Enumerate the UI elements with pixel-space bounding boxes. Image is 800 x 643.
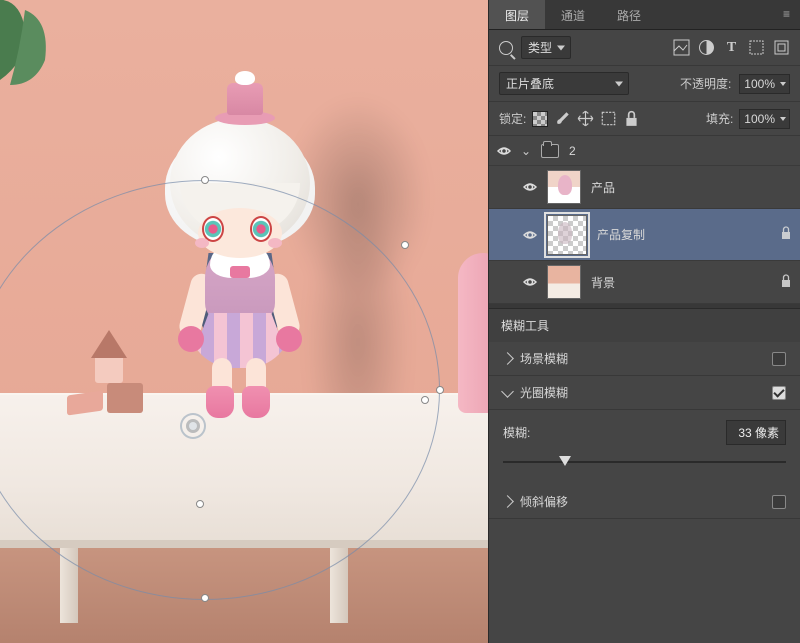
chevron-down-icon[interactable]: ⌄	[521, 144, 531, 158]
table-leg	[330, 538, 348, 623]
lock-position-icon[interactable]	[577, 110, 594, 127]
blur-handle[interactable]	[196, 500, 204, 508]
blur-center-pin[interactable]	[180, 413, 206, 439]
field-blur-accordion[interactable]: 场景模糊	[489, 342, 800, 376]
search-icon	[499, 41, 513, 55]
folder-icon	[541, 144, 559, 158]
slider-knob[interactable]	[559, 456, 571, 466]
field-blur-label: 场景模糊	[520, 350, 568, 367]
filter-type-select[interactable]: 类型	[521, 36, 571, 59]
filter-type-icon[interactable]: T	[723, 39, 740, 56]
layer-item-selected[interactable]: 产品复制	[489, 209, 800, 261]
layer-name[interactable]: 2	[569, 144, 576, 158]
filter-adjustment-icon[interactable]	[698, 39, 715, 56]
lock-icon[interactable]	[780, 226, 792, 243]
filter-pixel-icon[interactable]	[673, 39, 690, 56]
blur-amount-value[interactable]: 33 像素	[726, 420, 786, 445]
layer-thumbnail	[547, 170, 581, 204]
blur-handle[interactable]	[421, 396, 429, 404]
layer-item[interactable]: 背景	[489, 261, 800, 304]
blur-handle[interactable]	[201, 594, 209, 602]
plant-leaf	[0, 0, 60, 110]
tilt-shift-checkbox[interactable]	[772, 495, 786, 509]
layers-panel: 图层 通道 路径 ≡ 类型 T 正片叠底 不透明度: 100% 锁定: 填充: …	[488, 0, 800, 643]
blur-tools-section: 模糊工具 场景模糊 光圈模糊 模糊: 33 像素 倾斜偏移	[489, 308, 800, 519]
lock-all-icon[interactable]	[623, 110, 640, 127]
blur-amount-slider[interactable]	[503, 455, 786, 469]
blur-amount-label: 模糊:	[503, 424, 530, 441]
tilt-shift-label: 倾斜偏移	[520, 493, 568, 510]
tab-channels[interactable]: 通道	[545, 0, 601, 29]
tilt-shift-accordion[interactable]: 倾斜偏移	[489, 485, 800, 519]
iris-blur-label: 光圈模糊	[520, 384, 568, 401]
blend-mode-row: 正片叠底 不透明度: 100%	[489, 66, 800, 102]
visibility-icon[interactable]	[523, 275, 537, 289]
image-canvas[interactable]	[0, 0, 488, 643]
layer-thumbnail	[547, 265, 581, 299]
panel-menu-icon[interactable]: ≡	[773, 0, 800, 29]
lock-artboard-icon[interactable]	[600, 110, 617, 127]
chevron-down-icon	[501, 385, 514, 398]
chevron-right-icon	[501, 352, 514, 365]
lock-brush-icon[interactable]	[554, 110, 571, 127]
lock-icon[interactable]	[780, 274, 792, 291]
blur-tools-header: 模糊工具	[489, 309, 800, 342]
filter-shape-icon[interactable]	[748, 39, 765, 56]
opacity-label: 不透明度:	[680, 75, 731, 92]
tab-layers[interactable]: 图层	[489, 0, 545, 29]
lock-label: 锁定:	[499, 110, 526, 127]
blur-amount-control: 模糊: 33 像素	[489, 410, 800, 485]
table-edge	[0, 540, 488, 548]
blur-handle[interactable]	[201, 176, 209, 184]
visibility-icon[interactable]	[497, 144, 511, 158]
lock-row: 锁定: 填充: 100%	[489, 102, 800, 136]
layer-group[interactable]: ⌄ 2	[489, 136, 800, 166]
iris-blur-checkbox[interactable]	[772, 386, 786, 400]
layer-name[interactable]: 背景	[591, 274, 615, 291]
fill-value[interactable]: 100%	[739, 109, 790, 129]
layer-name[interactable]: 产品	[591, 179, 615, 196]
chevron-right-icon	[501, 495, 514, 508]
layer-item[interactable]: 产品	[489, 166, 800, 209]
visibility-icon[interactable]	[523, 228, 537, 242]
table-leg	[60, 538, 78, 623]
opacity-value[interactable]: 100%	[739, 74, 790, 94]
layers-list: ⌄ 2 产品 产品复制 背景	[489, 136, 800, 304]
iris-blur-accordion[interactable]: 光圈模糊	[489, 376, 800, 410]
tab-paths[interactable]: 路径	[601, 0, 657, 29]
blur-handle[interactable]	[401, 241, 409, 249]
filter-smart-icon[interactable]	[773, 39, 790, 56]
fill-label: 填充:	[706, 110, 733, 127]
pink-pillar	[458, 253, 488, 413]
blend-mode-select[interactable]: 正片叠底	[499, 72, 629, 95]
visibility-icon[interactable]	[523, 180, 537, 194]
lock-transparency-icon[interactable]	[532, 111, 548, 127]
doll-figure	[140, 78, 340, 418]
layer-filter-row: 类型 T	[489, 30, 800, 66]
panel-tabs: 图层 通道 路径 ≡	[489, 0, 800, 30]
layer-name[interactable]: 产品复制	[597, 226, 645, 243]
field-blur-checkbox[interactable]	[772, 352, 786, 366]
layer-thumbnail	[547, 215, 587, 255]
blur-handle[interactable]	[436, 386, 444, 394]
